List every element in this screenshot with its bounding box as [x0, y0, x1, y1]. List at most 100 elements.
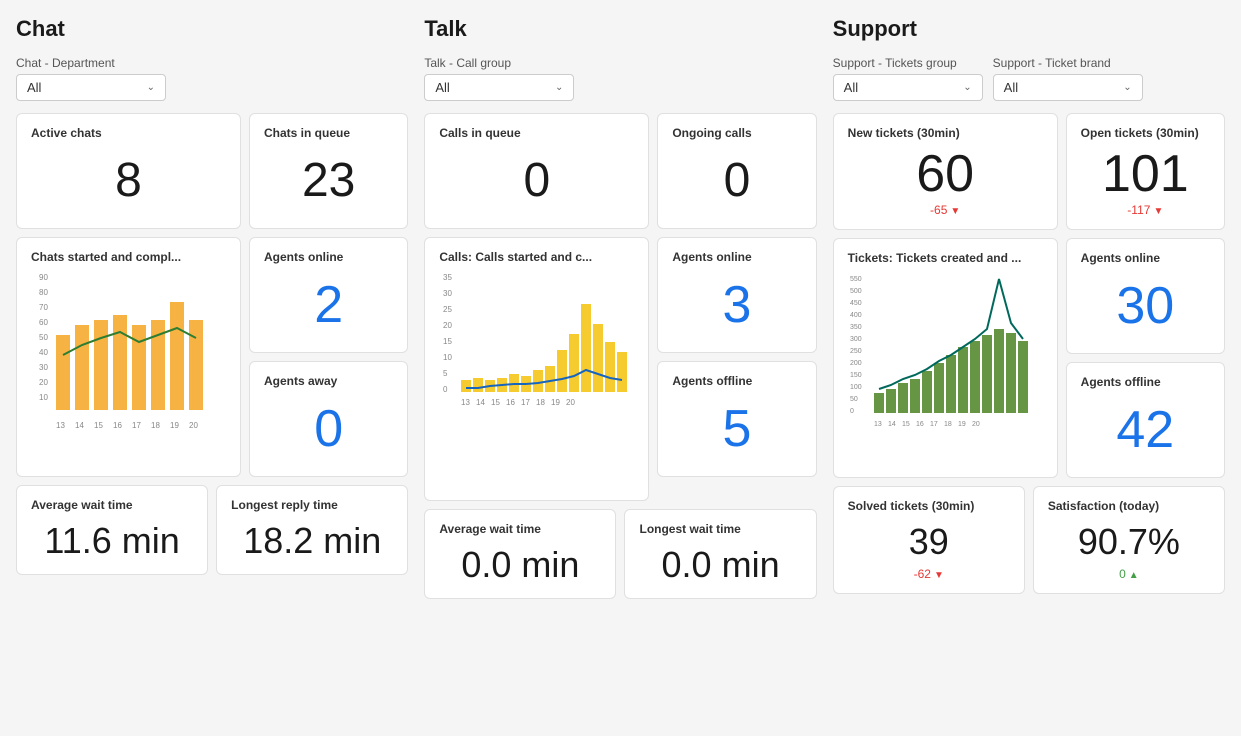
talk-longest-wait-label: Longest wait time	[639, 522, 801, 536]
support-title: Support	[833, 16, 1225, 42]
chat-section: Chat Chat - Department All ⌄ Active chat…	[16, 16, 408, 599]
chat-dept-filter-group: Chat - Department All ⌄	[16, 56, 166, 101]
calls-in-queue-card: Calls in queue 0	[424, 113, 649, 229]
support-section: Support Support - Tickets group All ⌄ Su…	[833, 16, 1225, 599]
chevron-down-icon: ⌄	[555, 82, 563, 93]
support-ticket-brand-label: Support - Ticket brand	[993, 56, 1143, 70]
ongoing-calls-card: Ongoing calls 0	[657, 113, 816, 229]
chat-longest-reply-card: Longest reply time 18.2 min	[216, 485, 408, 575]
talk-agents-online-card: Agents online 3	[657, 237, 816, 353]
new-tickets-card: New tickets (30min) 60 -65	[833, 113, 1058, 230]
svg-text:450: 450	[850, 300, 862, 307]
active-chats-card: Active chats 8	[16, 113, 241, 229]
talk-avg-wait-label: Average wait time	[439, 522, 601, 536]
svg-text:0: 0	[850, 408, 854, 415]
svg-text:17: 17	[930, 421, 938, 428]
svg-text:20: 20	[566, 398, 575, 407]
svg-text:90: 90	[39, 273, 48, 282]
svg-text:150: 150	[850, 372, 862, 379]
chat-dept-value: All	[27, 80, 41, 95]
support-ticket-brand-filter-group: Support - Ticket brand All ⌄	[993, 56, 1143, 101]
svg-text:13: 13	[461, 398, 470, 407]
talk-filters: Talk - Call group All ⌄	[424, 56, 816, 101]
chats-chart: 90 80 70 60 50 40 30 20 10	[31, 270, 226, 448]
support-agents-offline-value: 42	[1116, 400, 1174, 460]
svg-text:30: 30	[39, 363, 48, 372]
open-tickets-card: Open tickets (30min) 101 -117	[1066, 113, 1225, 230]
support-tickets-group-label: Support - Tickets group	[833, 56, 983, 70]
support-tickets-group-select[interactable]: All ⌄	[833, 74, 983, 101]
chat-agents-online-value: 2	[314, 275, 343, 335]
chat-agents-away-card: Agents away 0	[249, 361, 408, 477]
support-cards: New tickets (30min) 60 -65 Open tickets …	[833, 113, 1225, 478]
solved-tickets-delta-value: -62	[914, 567, 931, 581]
chat-avg-wait-value: 11.6 min	[31, 520, 193, 562]
tickets-chart: 550 500 450 400 350 300 250 200 150 100 …	[848, 271, 1043, 449]
chat-avg-wait-label: Average wait time	[31, 498, 193, 512]
talk-agents-online-value: 3	[723, 275, 752, 335]
svg-text:18: 18	[151, 421, 160, 430]
chat-avg-wait-card: Average wait time 11.6 min	[16, 485, 208, 575]
new-tickets-delta: -65	[930, 203, 960, 217]
talk-stat-row: Average wait time 0.0 min Longest wait t…	[424, 509, 816, 599]
svg-text:19: 19	[958, 421, 966, 428]
tickets-chart-svg: 550 500 450 400 350 300 250 200 150 100 …	[848, 271, 1043, 446]
chat-dept-select[interactable]: All ⌄	[16, 74, 166, 101]
chat-stat-row: Average wait time 11.6 min Longest reply…	[16, 485, 408, 575]
chat-agents-away-center: 0	[264, 394, 393, 464]
new-tickets-label: New tickets (30min)	[848, 126, 1043, 140]
support-tickets-group-filter-group: Support - Tickets group All ⌄	[833, 56, 983, 101]
support-stat-row: Solved tickets (30min) 39 -62 Satisfacti…	[833, 486, 1225, 594]
satisfaction-value: 90.7%	[1048, 521, 1210, 563]
chevron-down-icon: ⌄	[1123, 82, 1131, 93]
svg-text:0: 0	[443, 385, 448, 394]
talk-agents-offline-value: 5	[723, 399, 752, 459]
talk-call-group-select[interactable]: All ⌄	[424, 74, 574, 101]
satisfaction-delta: 0	[1048, 567, 1210, 581]
talk-title: Talk	[424, 16, 816, 42]
svg-text:19: 19	[170, 421, 179, 430]
chevron-down-icon: ⌄	[963, 82, 971, 93]
satisfaction-delta-value: 0	[1119, 567, 1126, 581]
tickets-chart-label: Tickets: Tickets created and ...	[848, 251, 1043, 265]
talk-longest-wait-card: Longest wait time 0.0 min	[624, 509, 816, 599]
support-agents-online-center: 30	[1081, 271, 1210, 341]
chat-agents-away-label: Agents away	[264, 374, 393, 388]
open-tickets-delta-value: -117	[1127, 203, 1150, 217]
calls-chart: 35 30 25 20 15 10 5 0	[439, 270, 634, 488]
svg-text:35: 35	[443, 273, 452, 282]
svg-text:15: 15	[902, 421, 910, 428]
solved-tickets-delta: -62	[848, 567, 1010, 581]
svg-text:250: 250	[850, 348, 862, 355]
solved-tickets-value: 39	[848, 521, 1010, 563]
talk-call-group-label: Talk - Call group	[424, 56, 574, 70]
talk-call-group-value: All	[435, 80, 449, 95]
support-agents-offline-label: Agents offline	[1081, 375, 1210, 389]
active-chats-label: Active chats	[31, 126, 226, 140]
talk-call-group-filter-group: Talk - Call group All ⌄	[424, 56, 574, 101]
chats-in-queue-center: 23	[264, 146, 393, 216]
chat-longest-reply-value: 18.2 min	[231, 520, 393, 562]
svg-text:50: 50	[850, 396, 858, 403]
chat-agents-online-card: Agents online 2	[249, 237, 408, 353]
chats-in-queue-value: 23	[302, 155, 355, 208]
up-arrow-icon	[1129, 567, 1139, 581]
svg-text:100: 100	[850, 384, 862, 391]
support-agents-online-card: Agents online 30	[1066, 238, 1225, 354]
talk-longest-wait-value: 0.0 min	[639, 544, 801, 586]
chat-longest-reply-label: Longest reply time	[231, 498, 393, 512]
svg-text:18: 18	[536, 398, 545, 407]
down-arrow-icon	[1153, 203, 1163, 217]
support-ticket-brand-select[interactable]: All ⌄	[993, 74, 1143, 101]
calls-chart-card: Calls: Calls started and c... 35 30 25 2…	[424, 237, 649, 501]
support-agents-online-value: 30	[1116, 276, 1174, 336]
svg-text:20: 20	[189, 421, 198, 430]
support-filters: Support - Tickets group All ⌄ Support - …	[833, 56, 1225, 101]
calls-in-queue-label: Calls in queue	[439, 126, 634, 140]
chats-in-queue-label: Chats in queue	[264, 126, 393, 140]
talk-agents-offline-center: 5	[672, 394, 801, 464]
ongoing-calls-value: 0	[724, 155, 751, 208]
chat-filters: Chat - Department All ⌄	[16, 56, 408, 101]
svg-text:500: 500	[850, 288, 862, 295]
svg-text:16: 16	[506, 398, 515, 407]
